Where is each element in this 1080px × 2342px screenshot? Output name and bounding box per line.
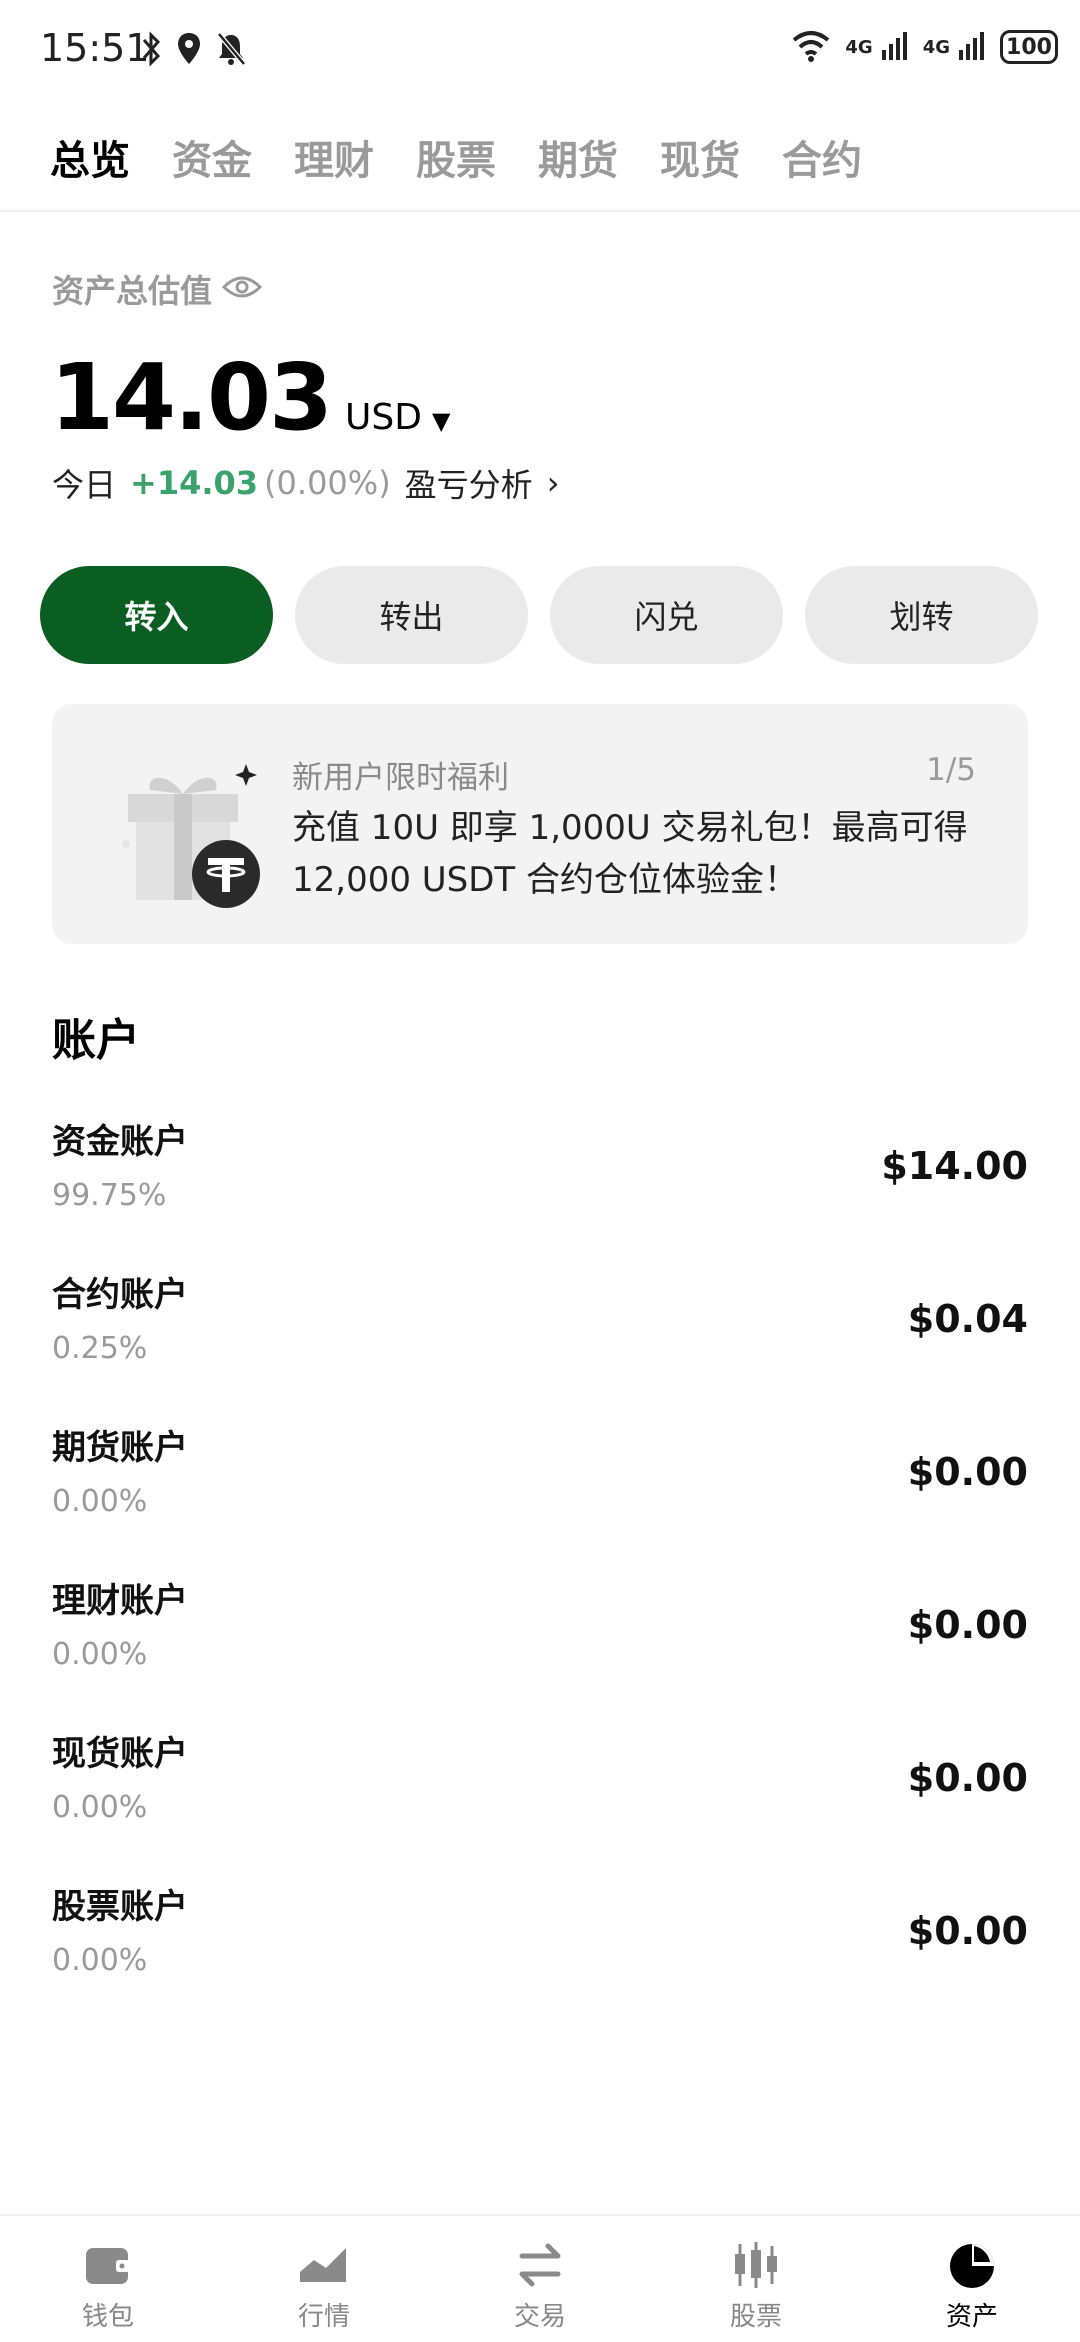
currency-selector[interactable]: USD bbox=[345, 397, 422, 438]
account-name: 股票账户 bbox=[52, 1887, 188, 1927]
promo-body: 充值 10U 即享 1,000U 交易礼包！最高可得 12,000 USDT 合… bbox=[292, 808, 968, 900]
asset-tabs: 总览 资金 理财 股票 期货 现货 合约 bbox=[50, 128, 862, 186]
account-name: 理财账户 bbox=[52, 1581, 188, 1621]
account-name: 合约账户 bbox=[52, 1275, 188, 1315]
convert-button[interactable]: 闪兑 bbox=[550, 566, 783, 664]
nav-label: 行情 bbox=[297, 2302, 350, 2332]
account-row-spot[interactable]: 现货账户 0.00% $0.00 bbox=[52, 1726, 1028, 1856]
nav-wallet[interactable]: 钱包 bbox=[38, 2238, 178, 2333]
muted-bell-icon bbox=[216, 30, 246, 72]
tab-funding[interactable]: 资金 bbox=[172, 128, 252, 186]
tab-contracts[interactable]: 合约 bbox=[782, 128, 862, 186]
status-left-icons bbox=[140, 30, 246, 72]
account-percent: 0.00% bbox=[52, 1790, 148, 1825]
location-icon bbox=[176, 30, 202, 72]
wallet-icon bbox=[80, 2238, 136, 2292]
account-name: 资金账户 bbox=[52, 1122, 188, 1162]
tabs-divider bbox=[0, 210, 1080, 212]
nav-label: 交易 bbox=[513, 2302, 566, 2332]
account-percent: 0.00% bbox=[52, 1484, 148, 1519]
caret-down-icon[interactable]: ▼ bbox=[432, 407, 450, 435]
market-chart-icon bbox=[296, 2238, 352, 2292]
bluetooth-icon bbox=[140, 30, 162, 72]
total-balance: 14.03 bbox=[50, 344, 333, 451]
network-label-1: 4G bbox=[845, 36, 873, 58]
chevron-right-icon[interactable]: › bbox=[547, 464, 560, 502]
battery-icon: 100 bbox=[1000, 30, 1058, 64]
today-change-percent: (0.00%) bbox=[264, 464, 391, 502]
nav-stocks[interactable]: 股票 bbox=[686, 2238, 826, 2333]
nav-label: 资产 bbox=[945, 2302, 998, 2332]
nav-label: 钱包 bbox=[81, 2302, 134, 2332]
nav-assets[interactable]: 资产 bbox=[902, 2238, 1042, 2333]
account-row-contracts[interactable]: 合约账户 0.25% $0.04 bbox=[52, 1267, 1028, 1397]
today-change: +14.03 bbox=[130, 464, 259, 502]
account-amount: $0.00 bbox=[907, 1756, 1028, 1800]
account-amount: $14.00 bbox=[881, 1144, 1028, 1188]
nav-label: 股票 bbox=[729, 2302, 782, 2332]
promo-page-indicator: 1/5 bbox=[926, 752, 976, 788]
swap-arrows-icon bbox=[512, 2238, 568, 2292]
pie-chart-icon bbox=[944, 2238, 1000, 2292]
gift-usdt-icon bbox=[108, 754, 288, 914]
candlestick-icon bbox=[728, 2238, 784, 2292]
promo-title: 新用户限时福利 bbox=[292, 760, 509, 796]
account-row-funding[interactable]: 资金账户 99.75% $14.00 bbox=[52, 1114, 1028, 1244]
account-row-stocks[interactable]: 股票账户 0.00% $0.00 bbox=[52, 1879, 1028, 2009]
tab-overview[interactable]: 总览 bbox=[50, 128, 130, 186]
balance-row: 14.03 USD ▼ bbox=[50, 344, 450, 451]
account-row-futures[interactable]: 期货账户 0.00% $0.00 bbox=[52, 1420, 1028, 1550]
account-percent: 0.25% bbox=[52, 1331, 148, 1366]
withdraw-button[interactable]: 转出 bbox=[295, 566, 528, 664]
status-time: 15:51 bbox=[40, 26, 150, 70]
pnl-analysis-link[interactable]: 盈亏分析 bbox=[405, 460, 533, 506]
bottom-nav: 钱包 行情 交易 股票 资产 bbox=[0, 2214, 1080, 2342]
account-row-earn[interactable]: 理财账户 0.00% $0.00 bbox=[52, 1573, 1028, 1703]
tab-stocks[interactable]: 股票 bbox=[416, 128, 496, 186]
nav-market[interactable]: 行情 bbox=[254, 2238, 394, 2333]
account-amount: $0.00 bbox=[907, 1450, 1028, 1494]
tab-futures[interactable]: 期货 bbox=[538, 128, 618, 186]
total-asset-label: 资产总估值 bbox=[52, 272, 213, 310]
accounts-section-title: 账户 bbox=[52, 1015, 140, 1066]
account-percent: 0.00% bbox=[52, 1637, 148, 1672]
status-right-icons: 4G 4G 100 bbox=[791, 28, 1058, 66]
transfer-button[interactable]: 划转 bbox=[805, 566, 1038, 664]
account-percent: 0.00% bbox=[52, 1943, 148, 1978]
total-asset-label-row: 资产总估值 bbox=[52, 266, 263, 312]
action-buttons: 转入 转出 闪兑 划转 bbox=[40, 566, 1038, 664]
deposit-button[interactable]: 转入 bbox=[40, 566, 273, 664]
status-bar: 15:51 4G 4G 100 bbox=[0, 0, 1080, 100]
tab-spot[interactable]: 现货 bbox=[660, 128, 740, 186]
nav-trade[interactable]: 交易 bbox=[470, 2238, 610, 2333]
signal-icon-2 bbox=[958, 30, 986, 64]
today-label: 今日 bbox=[52, 466, 117, 504]
wifi-icon bbox=[791, 28, 831, 66]
account-name: 现货账户 bbox=[52, 1734, 188, 1774]
account-amount: $0.04 bbox=[907, 1297, 1028, 1341]
account-name: 期货账户 bbox=[52, 1428, 188, 1468]
today-pnl-row: 今日 +14.03 (0.00%) 盈亏分析 › bbox=[52, 460, 559, 506]
eye-icon[interactable] bbox=[221, 273, 263, 305]
account-percent: 99.75% bbox=[52, 1178, 167, 1213]
signal-icon-1 bbox=[881, 30, 909, 64]
network-label-2: 4G bbox=[922, 36, 950, 58]
tab-earn[interactable]: 理财 bbox=[294, 128, 374, 186]
account-amount: $0.00 bbox=[907, 1909, 1028, 1953]
account-amount: $0.00 bbox=[907, 1603, 1028, 1647]
promo-banner[interactable]: 新用户限时福利 1/5 充值 10U 即享 1,000U 交易礼包！最高可得 1… bbox=[52, 704, 1028, 944]
